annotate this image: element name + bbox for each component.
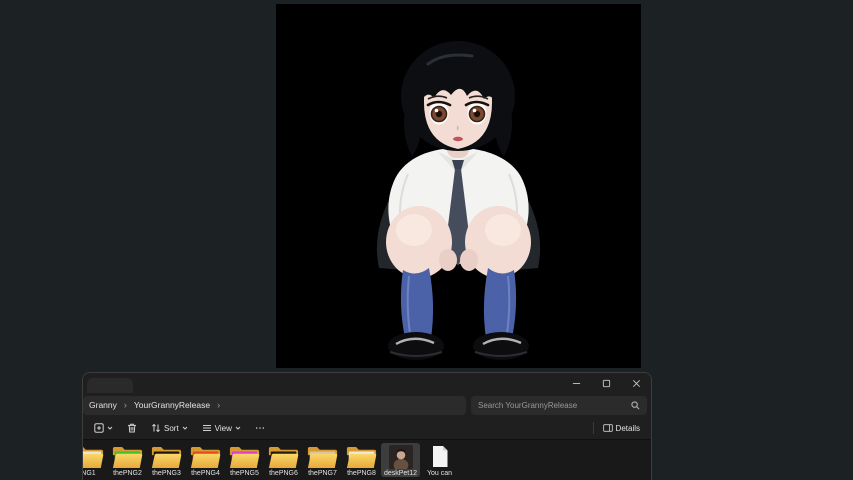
- image-viewer: [276, 4, 641, 368]
- file-label: You can: [427, 470, 452, 477]
- details-pane-icon: [603, 423, 613, 433]
- new-item-icon: [94, 423, 104, 433]
- file-item[interactable]: thePNG5: [225, 443, 264, 477]
- new-item-button[interactable]: [89, 420, 118, 436]
- search-box: [471, 396, 647, 415]
- file-item[interactable]: deskPet12: [381, 443, 420, 477]
- breadcrumb-chevron-icon[interactable]: ›: [124, 400, 127, 410]
- more-options-button[interactable]: [250, 420, 270, 436]
- file-label: thePNG6: [269, 470, 298, 477]
- folder-icon: [307, 445, 338, 469]
- document-icon: [431, 445, 449, 468]
- details-button[interactable]: Details: [598, 420, 645, 436]
- search-icon: [631, 401, 640, 410]
- file-thumbnail: [83, 444, 104, 469]
- folder-icon: [151, 445, 182, 469]
- file-item[interactable]: NG1: [83, 443, 108, 477]
- breadcrumb-segment-granny[interactable]: Granny: [89, 400, 117, 410]
- window-controls: [561, 373, 651, 393]
- file-item[interactable]: thePNG6: [264, 443, 303, 477]
- view-button[interactable]: View: [197, 420, 246, 436]
- file-item[interactable]: You can: [420, 443, 459, 477]
- file-item[interactable]: thePNG3: [147, 443, 186, 477]
- chevron-down-icon: [235, 425, 241, 431]
- view-label: View: [215, 424, 232, 433]
- file-label: deskPet12: [384, 470, 417, 477]
- file-item[interactable]: thePNG2: [108, 443, 147, 477]
- sort-button[interactable]: Sort: [146, 420, 193, 436]
- file-thumbnail: [431, 444, 449, 469]
- chevron-down-icon: [182, 425, 188, 431]
- explorer-window: Granny › YourGrannyRelease ›: [82, 372, 652, 480]
- title-bar: [83, 373, 651, 393]
- folder-icon: [112, 445, 143, 469]
- view-icon: [202, 423, 212, 433]
- file-thumbnail: [268, 444, 299, 469]
- file-thumbnail: [307, 444, 338, 469]
- file-thumbnail: [190, 444, 221, 469]
- breadcrumb: Granny › YourGrannyRelease ›: [83, 396, 466, 415]
- file-label: thePNG7: [308, 470, 337, 477]
- toolbar-separator: [593, 422, 594, 434]
- breadcrumb-segment-yourgrannyrelease[interactable]: YourGrannyRelease: [134, 400, 210, 410]
- sort-label: Sort: [164, 424, 179, 433]
- file-label: thePNG2: [113, 470, 142, 477]
- file-label: thePNG5: [230, 470, 259, 477]
- file-item[interactable]: thePNG4: [186, 443, 225, 477]
- file-item[interactable]: thePNG7: [303, 443, 342, 477]
- sort-icon: [151, 423, 161, 433]
- file-label: thePNG3: [152, 470, 181, 477]
- details-label: Details: [616, 424, 640, 433]
- file-thumbnail: [151, 444, 182, 469]
- toolbar: Sort View: [83, 417, 651, 439]
- ellipsis-icon: [255, 423, 265, 433]
- folder-icon: [190, 445, 221, 469]
- explorer-tab[interactable]: [87, 378, 133, 393]
- file-list: NG1 thePNG2: [83, 439, 651, 480]
- file-thumbnail: [389, 444, 413, 469]
- file-item[interactable]: thePNG8: [342, 443, 381, 477]
- character-illustration: [276, 4, 641, 368]
- search-input[interactable]: [478, 401, 627, 410]
- folder-icon: [268, 445, 299, 469]
- maximize-button[interactable]: [591, 373, 621, 393]
- file-thumbnail: [112, 444, 143, 469]
- minimize-button[interactable]: [561, 373, 591, 393]
- file-label: thePNG8: [347, 470, 376, 477]
- address-row: Granny › YourGrannyRelease ›: [83, 393, 651, 417]
- chevron-down-icon: [107, 425, 113, 431]
- folder-icon: [346, 445, 377, 469]
- folder-icon: [229, 445, 260, 469]
- file-thumbnail: [346, 444, 377, 469]
- file-thumbnail: [229, 444, 260, 469]
- file-label: thePNG4: [191, 470, 220, 477]
- file-label: NG1: [83, 470, 96, 477]
- image-thumbnail: [389, 445, 413, 469]
- folder-icon: [83, 445, 104, 469]
- close-button[interactable]: [621, 373, 651, 393]
- delete-button[interactable]: [122, 420, 142, 436]
- trash-icon: [127, 423, 137, 433]
- breadcrumb-chevron-icon[interactable]: ›: [217, 400, 220, 410]
